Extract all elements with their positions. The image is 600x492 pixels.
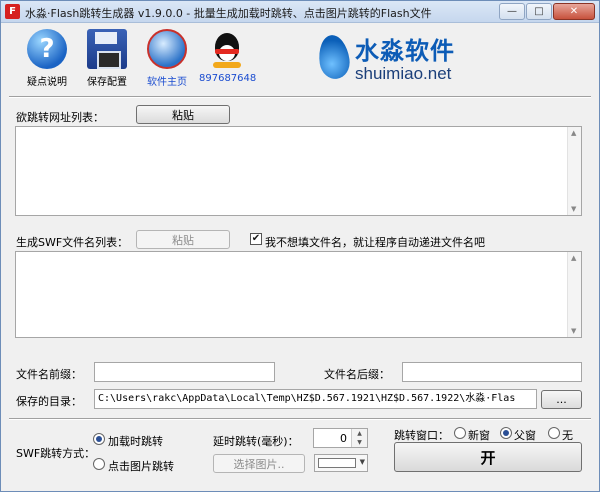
delay-value: 0 xyxy=(340,432,347,445)
logo-text-cn: 水淼软件 xyxy=(355,37,455,65)
radio-parent-window[interactable] xyxy=(500,427,512,439)
window-controls: — □ ✕ xyxy=(499,3,595,20)
toolbar: ? 疑点说明 保存配置 软件主页 897687648 xyxy=(19,27,257,93)
browse-dir-button[interactable]: ... xyxy=(541,390,582,409)
toolbar-divider xyxy=(9,96,591,98)
help-button[interactable]: ? 疑点说明 xyxy=(19,27,75,93)
radio-load-jump[interactable] xyxy=(93,433,105,445)
logo-text-en: shuimiao.net xyxy=(355,64,452,83)
target-window-label: 跳转窗口： xyxy=(394,429,449,442)
save-icon xyxy=(87,29,127,69)
prefix-input[interactable] xyxy=(94,362,275,382)
scroll-up-icon[interactable]: ▲ xyxy=(571,129,576,137)
save-config-button[interactable]: 保存配置 xyxy=(79,27,135,93)
prefix-label: 文件名前缀： xyxy=(16,368,82,381)
url-paste-button[interactable]: 粘贴 xyxy=(136,105,230,124)
swf-paste-button[interactable]: 粘贴 xyxy=(136,230,230,249)
auto-name-label: 我不想填文件名，就让程序自动递进文件名吧 xyxy=(265,236,485,249)
suffix-input[interactable] xyxy=(402,362,582,382)
suffix-label: 文件名后缀： xyxy=(324,368,390,381)
swf-name-textarea[interactable]: ▲ ▼ xyxy=(15,251,582,338)
url-list-label: 欲跳转网址列表： xyxy=(16,111,104,124)
radio-load-jump-label: 加载时跳转 xyxy=(108,435,163,448)
scroll-down-icon[interactable]: ▼ xyxy=(571,327,576,335)
options-divider xyxy=(9,418,591,420)
url-list-scrollbar[interactable]: ▲ ▼ xyxy=(567,127,581,215)
globe-icon xyxy=(147,29,187,69)
title-bar[interactable]: F 水淼·Flash跳转生成器 v1.9.0.0 - 批量生成加载时跳转、点击图… xyxy=(1,1,599,23)
close-button[interactable]: ✕ xyxy=(553,3,595,20)
app-icon: F xyxy=(5,4,20,19)
maximize-button[interactable]: □ xyxy=(526,3,552,20)
start-button[interactable]: 开 xyxy=(394,442,582,472)
radio-no-window-label: 无 xyxy=(562,429,573,442)
help-label: 疑点说明 xyxy=(27,77,67,88)
homepage-link[interactable]: 软件主页 xyxy=(139,27,195,93)
minimize-button[interactable]: — xyxy=(499,3,525,20)
main-window: F 水淼·Flash跳转生成器 v1.9.0.0 - 批量生成加载时跳转、点击图… xyxy=(0,0,600,492)
radio-parent-window-label: 父窗 xyxy=(514,429,536,442)
radio-new-window[interactable] xyxy=(454,427,466,439)
jump-mode-label: SWF跳转方式： xyxy=(16,447,96,460)
color-swatch xyxy=(318,458,356,468)
radio-new-window-label: 新窗 xyxy=(468,429,490,442)
help-icon: ? xyxy=(27,29,67,69)
save-dir-label: 保存的目录： xyxy=(16,395,82,408)
auto-name-checkbox[interactable]: ✔ xyxy=(250,233,262,245)
delay-label: 延时跳转(毫秒)： xyxy=(213,435,299,448)
swf-name-list-label: 生成SWF文件名列表： xyxy=(16,236,129,249)
swf-name-scrollbar[interactable]: ▲ ▼ xyxy=(567,252,581,337)
color-picker[interactable]: ▼ xyxy=(314,454,368,472)
qq-penguin-icon xyxy=(207,29,247,69)
logo-drop-icon xyxy=(316,33,352,81)
window-title: 水淼·Flash跳转生成器 v1.9.0.0 - 批量生成加载时跳转、点击图片跳… xyxy=(25,7,432,20)
brand-logo: 水淼软件 shuimiao.net xyxy=(316,29,479,87)
homepage-label: 软件主页 xyxy=(147,77,187,88)
chevron-down-icon: ▼ xyxy=(359,458,365,466)
choose-image-button[interactable]: 选择图片.. xyxy=(213,454,305,473)
save-dir-input[interactable]: C:\Users\rakc\AppData\Local\Temp\HZ$D.56… xyxy=(94,389,537,409)
url-list-textarea[interactable]: ▲ ▼ xyxy=(15,126,582,216)
delay-spinner[interactable]: 0 ▲ ▼ xyxy=(313,428,368,448)
radio-click-jump[interactable] xyxy=(93,458,105,470)
scroll-down-icon[interactable]: ▼ xyxy=(571,205,576,213)
qq-link[interactable]: 897687648 xyxy=(199,27,257,93)
qq-number-label: 897687648 xyxy=(199,73,257,84)
checkbox-check-icon: ✔ xyxy=(251,233,261,244)
scroll-up-icon[interactable]: ▲ xyxy=(571,254,576,262)
save-config-label: 保存配置 xyxy=(87,77,127,88)
spinner-arrows-icon[interactable]: ▲ ▼ xyxy=(351,429,367,447)
radio-no-window[interactable] xyxy=(548,427,560,439)
radio-click-jump-label: 点击图片跳转 xyxy=(108,460,174,473)
